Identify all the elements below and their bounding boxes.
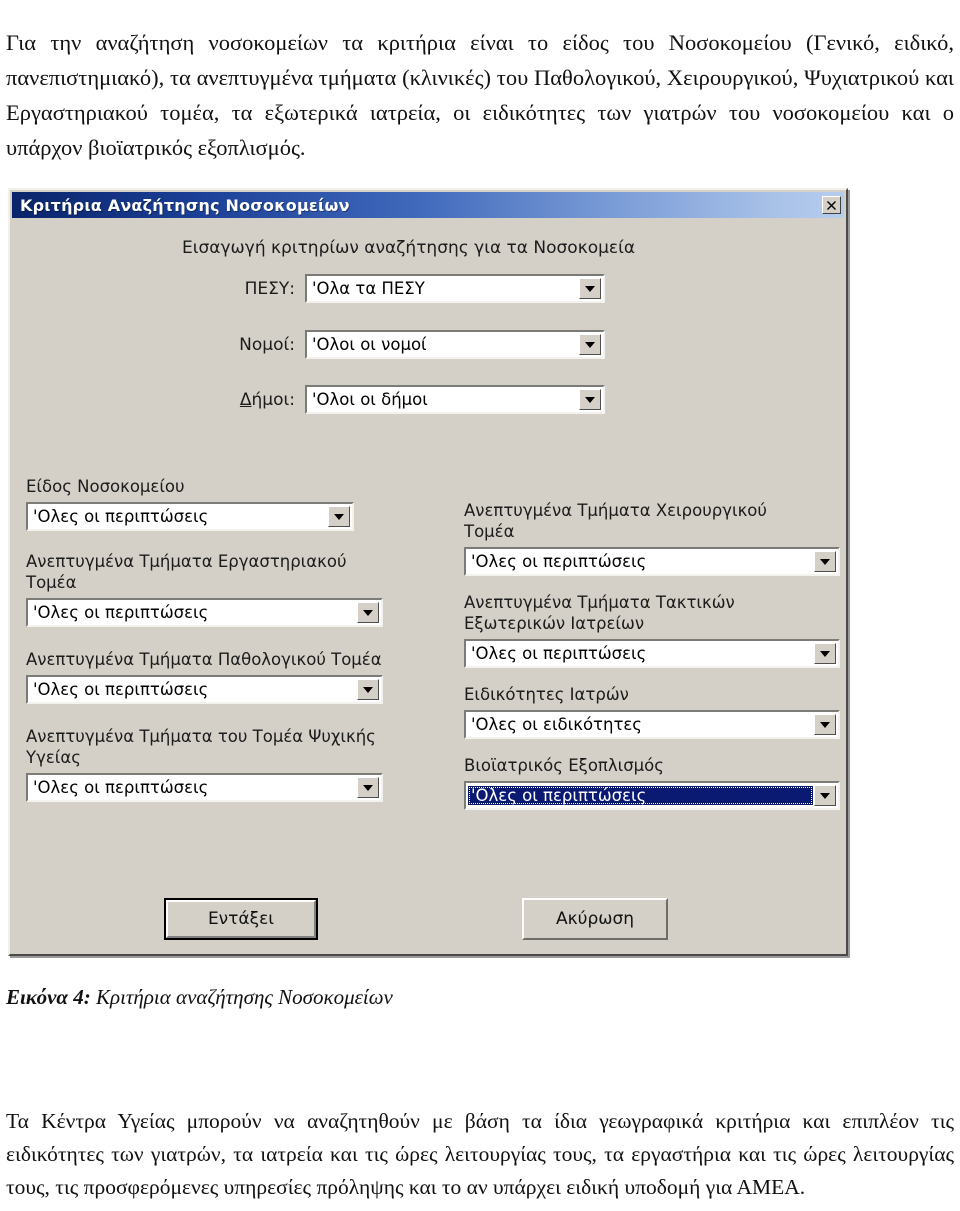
intro-paragraph: Για την αναζήτηση νοσοκομείων τα κριτήρι… [6, 29, 954, 160]
dropdown-biomedical-equipment-value: 'Ολες οι περιπτώσεις [468, 786, 813, 805]
dropdown-pathology-departments-value: 'Ολες οι περιπτώσεις [33, 680, 209, 699]
cancel-button[interactable]: Ακύρωση [522, 898, 668, 940]
dialog-header-prompt: Εισαγωγή κριτηρίων αναζήτησης για τα Νοσ… [182, 238, 636, 258]
dropdown-hospital-type-value: 'Ολες οι περιπτώσεις [33, 507, 209, 526]
dropdown-pathology-departments[interactable]: 'Ολες οι περιπτώσεις [26, 675, 383, 704]
dropdown-lab-departments[interactable]: 'Ολες οι περιπτώσεις [26, 598, 383, 627]
dialog-body: Εισαγωγή κριτηρίων αναζήτησης για τα Νοσ… [12, 218, 844, 954]
chevron-down-icon[interactable] [328, 506, 350, 527]
criteria-column-right: Ανεπτυγμένα Τμήματα Χειρουργικού Τομέα '… [464, 500, 840, 810]
chevron-down-icon[interactable] [357, 679, 379, 700]
figure-caption-label: Εικόνα 4: [6, 985, 91, 1009]
ok-button-label: Εντάξει [166, 900, 316, 938]
dialog-titlebar[interactable]: Κριτήρια Αναζήτησης Νοσοκομείων [12, 192, 844, 218]
dropdown-doctor-specialties[interactable]: 'Ολες οι ειδικότητες [464, 710, 840, 739]
field-group-lab-departments: Ανεπτυγμένα Τμήματα Εργαστηριακού Τομέα … [26, 551, 416, 627]
field-group-biomedical-equipment: Βιοϊατρικός Εξοπλισμός 'Ολες οι περιπτώσ… [464, 755, 840, 810]
dropdown-surgical-departments-value: 'Ολες οι περιπτώσεις [471, 552, 647, 571]
figure-caption-text: Κριτήρια αναζήτησης Νοσοκομείων [90, 985, 393, 1009]
field-row-dimoi: Δήμοι: 'Ολοι οι δήμοι [217, 385, 605, 414]
dropdown-lab-departments-value: 'Ολες οι περιπτώσεις [33, 603, 209, 622]
dropdown-surgical-departments[interactable]: 'Ολες οι περιπτώσεις [464, 547, 840, 576]
field-group-outpatient-departments: Ανεπτυγμένα Τμήματα Τακτικών Εξωτερικών … [464, 592, 840, 668]
dialog-button-bar: Εντάξει Ακύρωση [12, 898, 844, 954]
chevron-down-icon[interactable] [579, 334, 601, 355]
figure-caption: Εικόνα 4: Κριτήρια αναζήτησης Νοσοκομείω… [6, 985, 766, 1010]
field-row-pesy: ΠΕΣΥ: 'Ολα τα ΠΕΣΥ [217, 274, 605, 303]
label-hospital-type: Είδος Νοσοκομείου [26, 477, 185, 496]
label-pathology-departments: Ανεπτυγμένα Τμήματα Παθολογικού Τομέα [26, 650, 382, 669]
label-surgical-departments: Ανεπτυγμένα Τμήματα Χειρουργικού Τομέα [464, 501, 767, 541]
chevron-down-icon[interactable] [814, 551, 836, 572]
chevron-down-icon[interactable] [579, 278, 601, 299]
dropdown-nomoi[interactable]: 'Ολοι οι νομοί [305, 330, 605, 359]
dropdown-dimoi[interactable]: 'Ολοι οι δήμοι [305, 385, 605, 414]
label-dimoi-accel: Δ [239, 389, 252, 410]
field-row-nomoi: Νομοί: 'Ολοι οι νομοί [217, 330, 605, 359]
field-group-mental-health-departments: Ανεπτυγμένα Τμήματα του Τομέα Ψυχικής Υγ… [26, 726, 416, 802]
chevron-down-icon[interactable] [579, 389, 601, 410]
closing-paragraph: Τα Κέντρα Υγείας μπορούν να αναζητηθούν … [6, 1108, 954, 1199]
dropdown-doctor-specialties-value: 'Ολες οι ειδικότητες [471, 715, 642, 734]
chevron-down-icon[interactable] [357, 602, 379, 623]
dropdown-dimoi-value: 'Ολοι οι δήμοι [312, 390, 428, 409]
ok-button[interactable]: Εντάξει [164, 898, 318, 940]
field-group-doctor-specialties: Ειδικότητες Ιατρών 'Ολες οι ειδικότητες [464, 684, 840, 739]
chevron-down-icon[interactable] [814, 643, 836, 664]
close-icon [826, 200, 837, 211]
label-lab-departments: Ανεπτυγμένα Τμήματα Εργαστηριακού Τομέα [26, 552, 347, 592]
label-doctor-specialties: Ειδικότητες Ιατρών [464, 685, 629, 704]
dropdown-mental-health-departments[interactable]: 'Ολες οι περιπτώσεις [26, 773, 383, 802]
dropdown-pesy[interactable]: 'Ολα τα ΠΕΣΥ [305, 274, 605, 303]
dropdown-outpatient-departments[interactable]: 'Ολες οι περιπτώσεις [464, 639, 840, 668]
chevron-down-icon[interactable] [814, 785, 836, 806]
label-pesy: ΠΕΣΥ: [244, 278, 295, 299]
chevron-down-icon[interactable] [814, 714, 836, 735]
dropdown-nomoi-value: 'Ολοι οι νομοί [312, 335, 427, 354]
label-mental-health-departments: Ανεπτυγμένα Τμήματα του Τομέα Ψυχικής Υγ… [26, 727, 376, 767]
label-outpatient-departments: Ανεπτυγμένα Τμήματα Τακτικών Εξωτερικών … [464, 593, 735, 633]
field-group-surgical-departments: Ανεπτυγμένα Τμήματα Χειρουργικού Τομέα '… [464, 500, 840, 576]
chevron-down-icon[interactable] [357, 777, 379, 798]
dropdown-mental-health-departments-value: 'Ολες οι περιπτώσεις [33, 778, 209, 797]
dropdown-pesy-value: 'Ολα τα ΠΕΣΥ [312, 279, 425, 298]
label-biomedical-equipment: Βιοϊατρικός Εξοπλισμός [464, 756, 664, 775]
dropdown-biomedical-equipment[interactable]: 'Ολες οι περιπτώσεις [464, 781, 840, 810]
field-group-pathology-departments: Ανεπτυγμένα Τμήματα Παθολογικού Τομέα 'Ο… [26, 649, 416, 704]
label-nomoi: Νομοί: [239, 334, 295, 355]
field-group-hospital-type: Είδος Νοσοκομείου 'Ολες οι περιπτώσεις [26, 476, 416, 531]
dropdown-hospital-type[interactable]: 'Ολες οι περιπτώσεις [26, 502, 354, 531]
close-button[interactable] [822, 196, 841, 214]
criteria-column-left: Είδος Νοσοκομείου 'Ολες οι περιπτώσεις Α… [26, 476, 416, 802]
dropdown-outpatient-departments-value: 'Ολες οι περιπτώσεις [471, 644, 647, 663]
hospital-search-dialog: Κριτήρια Αναζήτησης Νοσοκομείων Εισαγωγή… [8, 188, 848, 956]
label-dimoi: Δήμοι: [217, 390, 305, 410]
label-dimoi-rest: ήμοι: [251, 389, 295, 410]
dialog-title: Κριτήρια Αναζήτησης Νοσοκομείων [20, 195, 350, 215]
titlebar-button-group [822, 196, 844, 214]
